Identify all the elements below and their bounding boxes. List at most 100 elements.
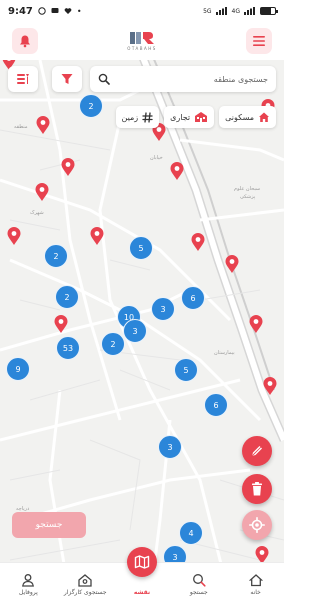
pencil-draw-icon [250,444,264,458]
cluster-marker[interactable]: 2 [101,332,125,356]
status-time: 9:47 [8,5,33,17]
cluster-count: 3 [172,552,178,562]
cluster-marker[interactable]: 2 [79,94,103,118]
status-bar: 9:47 • 5G 4G [0,0,284,22]
agent-search-icon [78,574,92,587]
list-filter-icon [17,74,29,84]
cluster-marker[interactable]: 9 [6,357,30,381]
cluster-marker[interactable]: 5 [129,236,153,260]
draw-area-button[interactable] [242,436,272,466]
bell-icon [20,35,30,48]
nav-home[interactable]: خانه [227,563,284,600]
map-label: منطقه [14,124,28,130]
home-icon [259,112,269,122]
area-search-input[interactable] [110,74,268,84]
cluster-marker[interactable]: 6 [204,393,228,417]
cluster-marker[interactable]: 3 [158,435,182,459]
search-submit-button[interactable]: جستجو [12,512,86,538]
list-view-button[interactable] [8,66,38,92]
search-icon [98,73,110,85]
search-submit-label: جستجو [35,520,63,530]
bottom-nav: پروفایل جستجوی کارگزار نقشه جستجو خانه [0,547,284,600]
map-label: سبحان علوم [234,186,261,192]
chip-commercial[interactable]: تجاری [164,106,215,128]
filter-button[interactable] [52,66,82,92]
nav-label: خانه [250,589,261,596]
battery-icon [260,7,278,15]
cluster-count: 3 [167,442,173,452]
trash-icon [252,482,262,496]
cluster-count: 6 [190,293,196,303]
locate-me-button[interactable] [242,510,272,540]
cluster-count: 53 [62,343,74,353]
cluster-marker[interactable]: 5 [174,358,198,382]
property-pin[interactable] [54,315,68,334]
cluster-count: 2 [53,251,59,261]
notifications-button[interactable] [12,28,38,54]
map-label: بیمارستان [214,350,235,356]
signal-icon-2 [244,7,255,15]
property-pin[interactable] [7,227,21,246]
hamburger-icon [252,36,265,46]
app-logo: OTABAHS [127,31,157,51]
nav-agent-search[interactable]: جستجوی کارگزار [57,563,114,600]
network-label: 4G [231,7,240,15]
cluster-count: 6 [213,400,219,410]
logo-text: OTABAHS [127,46,157,51]
property-pin[interactable] [191,233,205,252]
whatsapp-icon [38,7,46,15]
cluster-count: 3 [132,326,138,336]
app-header: OTABAHS [0,22,284,60]
chip-residential[interactable]: مسکونی [219,106,276,128]
nav-label: جستجو [189,589,208,596]
cluster-marker[interactable]: 3 [123,319,147,343]
area-search-box[interactable] [90,66,276,92]
cluster-count: 2 [64,292,70,302]
gps-target-icon [249,517,265,533]
cluster-count: 2 [88,101,94,111]
status-dot: • [76,6,82,16]
cluster-count: 3 [160,304,166,314]
chip-land[interactable]: زمین [115,106,160,128]
message-icon [51,8,59,13]
chip-label: تجاری [170,112,191,122]
cluster-count: 2 [110,339,116,349]
cluster-marker[interactable]: 6 [181,286,205,310]
property-pin[interactable] [170,162,184,181]
search-icon [192,574,206,587]
search-row [8,66,276,92]
nav-label: جستجوی کارگزار [63,589,107,596]
hash-icon [142,111,153,123]
property-pin[interactable] [36,116,50,135]
nav-search[interactable]: جستجو [170,563,227,600]
cluster-marker[interactable]: 4 [179,521,203,545]
property-pin[interactable] [90,227,104,246]
home-icon [248,574,263,587]
nav-label: نقشه [133,589,151,596]
property-pin[interactable] [61,158,75,177]
property-pin[interactable] [225,255,239,274]
cluster-marker[interactable]: 2 [55,285,79,309]
funnel-icon [61,74,73,84]
property-pin[interactable] [249,315,263,334]
chip-label: مسکونی [225,112,254,122]
property-pin[interactable] [263,377,277,396]
heart-icon [64,8,72,14]
map-tab-button[interactable] [127,547,157,577]
cluster-marker[interactable]: 2 [44,244,68,268]
user-icon [22,574,35,587]
nav-profile[interactable]: پروفایل [0,563,57,600]
cluster-marker[interactable]: 3 [151,297,175,321]
menu-button[interactable] [245,28,272,54]
cluster-count: 5 [138,243,144,253]
cluster-count: 5 [183,365,189,375]
map-icon [134,555,150,569]
cluster-marker[interactable]: 53 [56,336,80,360]
clear-area-button[interactable] [242,474,272,504]
property-pin[interactable] [35,183,49,202]
map-label: خیابان [150,155,163,161]
logo-mark-icon [129,32,154,44]
nav-label: پروفایل [19,589,38,596]
network-type: 5G [203,7,212,15]
map-label: شهرک [30,210,44,216]
